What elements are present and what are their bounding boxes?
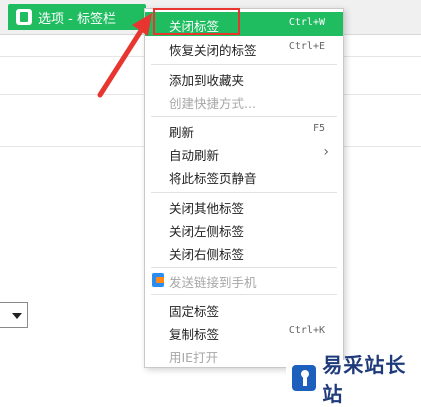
site-logo-icon	[292, 364, 317, 391]
annotation-arrow-icon	[97, 13, 152, 98]
watermark-text: 易采站长站	[322, 352, 407, 406]
watermark: 易采站长站	[286, 353, 421, 406]
